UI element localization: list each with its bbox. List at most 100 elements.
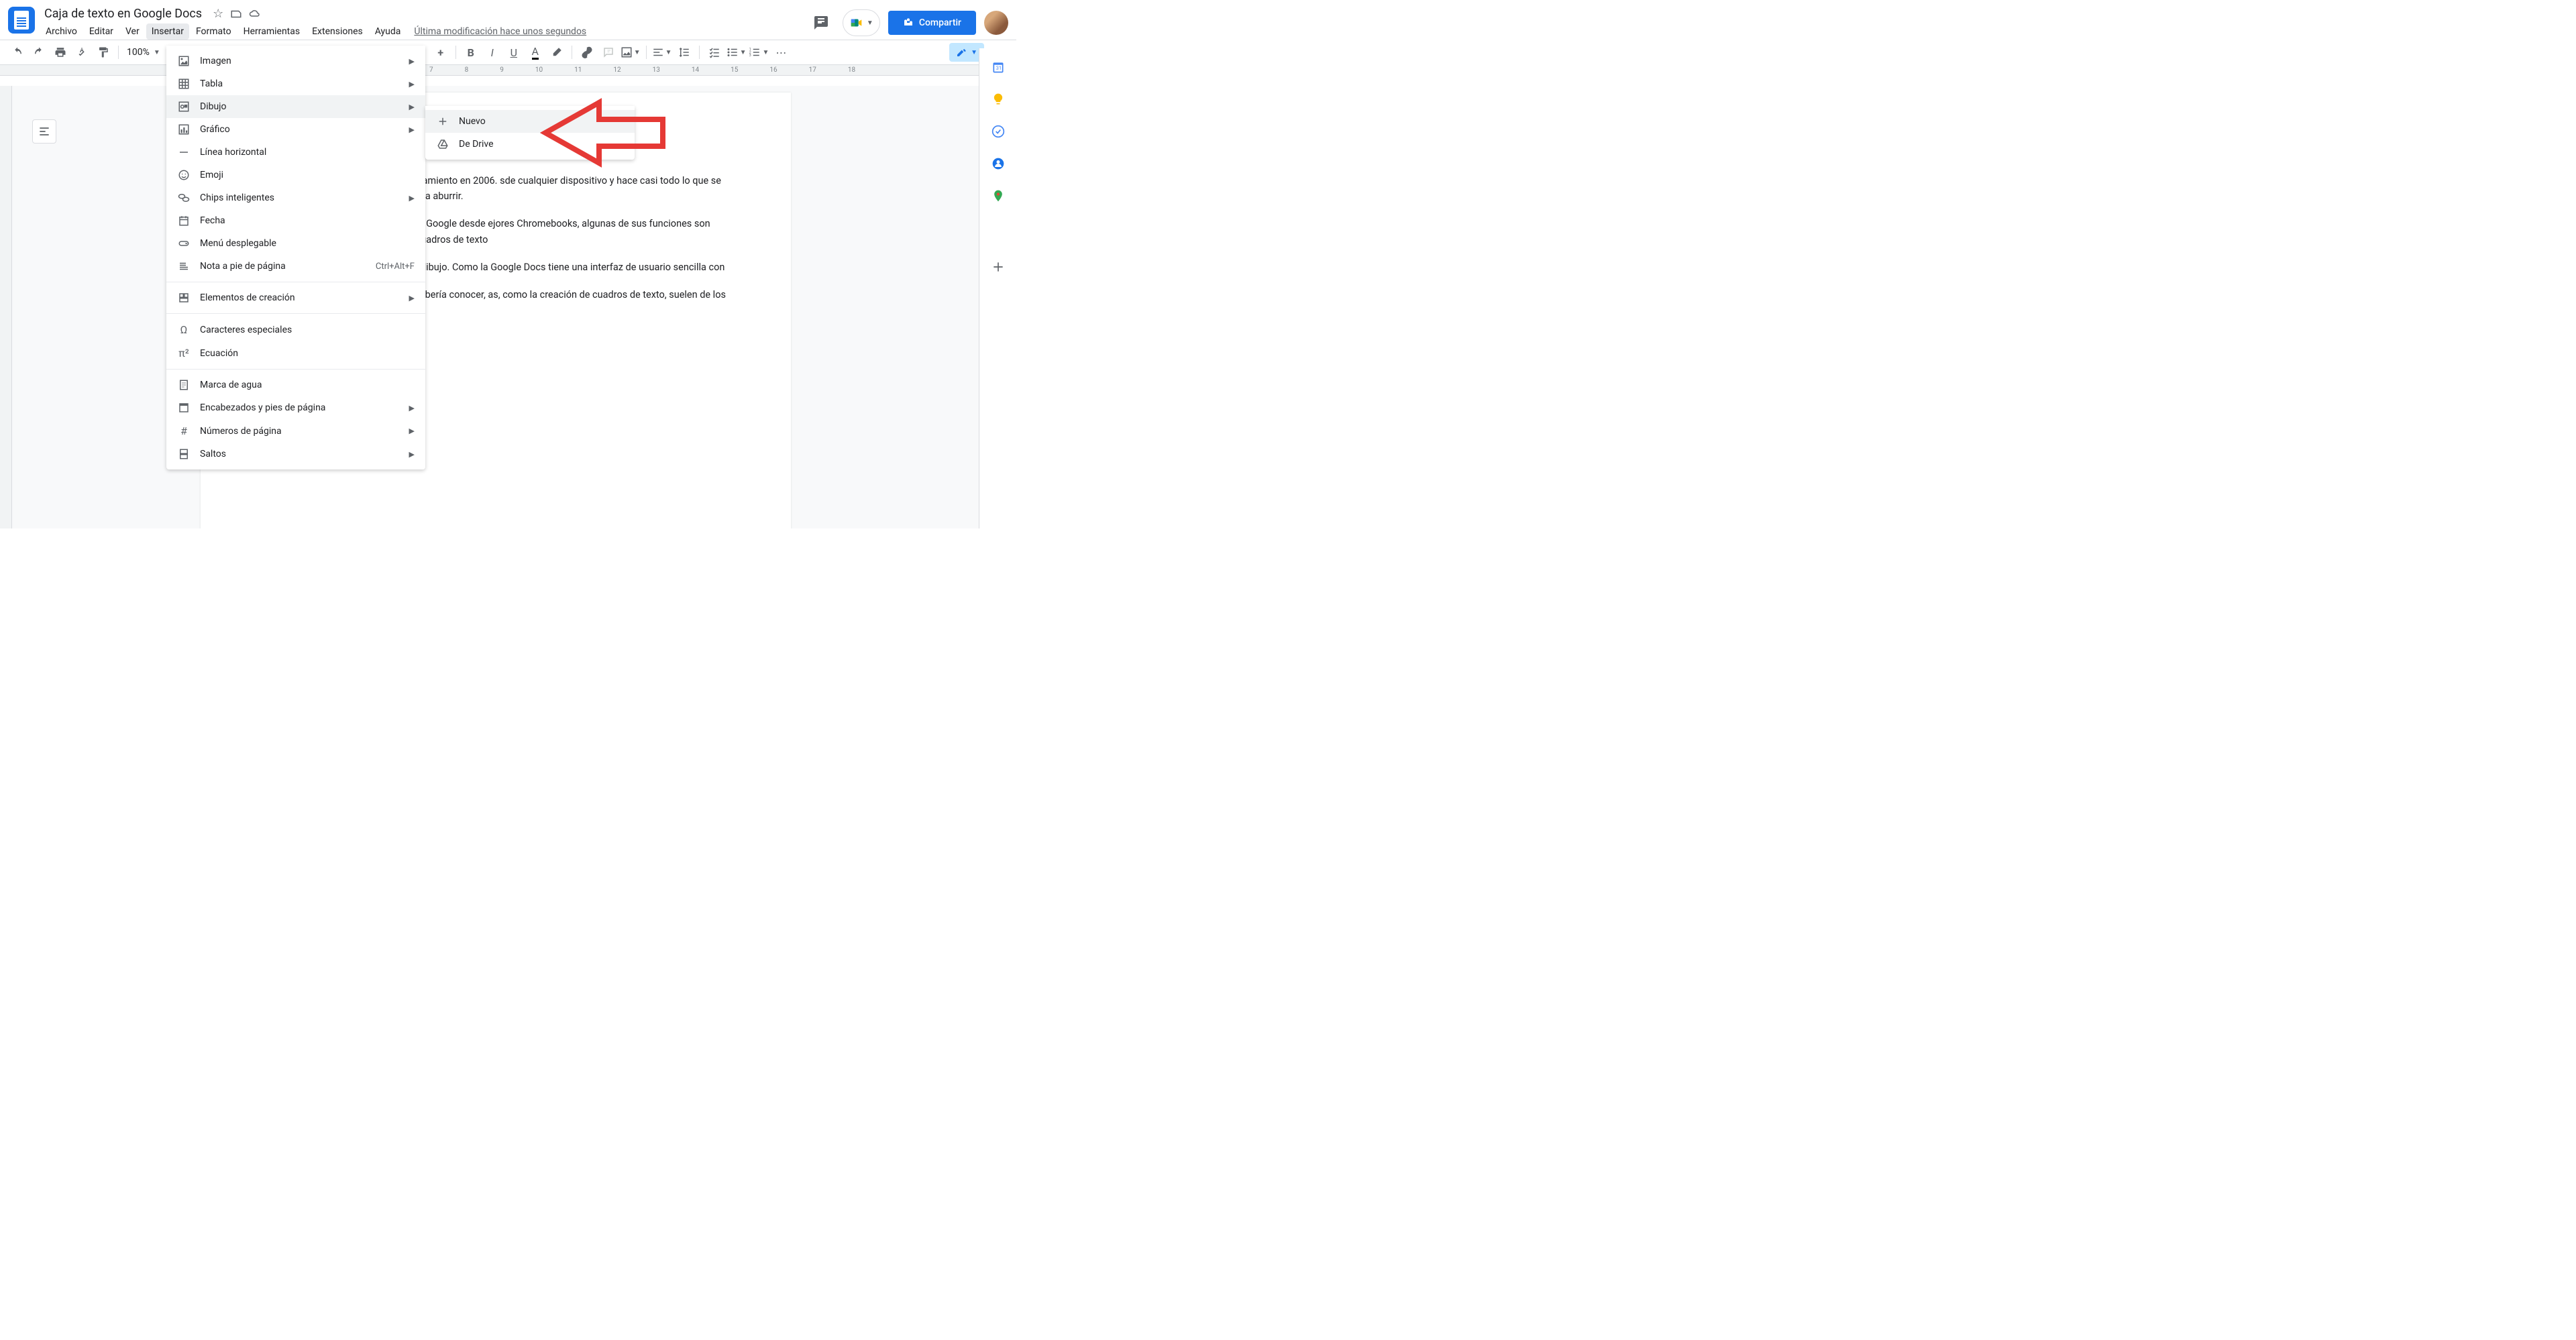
menu-item-marca-agua[interactable]: Marca de agua bbox=[166, 374, 425, 396]
menu-item-dibujo[interactable]: Dibujo ▶ bbox=[166, 95, 425, 118]
more-button[interactable]: ⋯ bbox=[771, 43, 790, 62]
calendar-icon[interactable]: 31 bbox=[991, 60, 1005, 74]
user-avatar[interactable] bbox=[984, 11, 1008, 35]
menu-item-nota-pie[interactable]: Nota a pie de página Ctrl+Alt+F bbox=[166, 255, 425, 278]
maps-icon[interactable] bbox=[991, 189, 1005, 203]
comments-history-icon[interactable] bbox=[808, 9, 835, 36]
menu-label: Dibujo bbox=[200, 101, 227, 112]
underline-button[interactable]: U bbox=[504, 43, 523, 62]
link-button[interactable] bbox=[578, 43, 596, 62]
menu-label: Ecuación bbox=[200, 348, 238, 359]
align-button[interactable]: ▼ bbox=[652, 43, 672, 62]
italic-button[interactable]: I bbox=[483, 43, 502, 62]
menu-extensiones[interactable]: Extensiones bbox=[307, 23, 368, 40]
separator bbox=[646, 46, 647, 59]
star-icon[interactable]: ☆ bbox=[213, 7, 223, 21]
menu-item-imagen[interactable]: Imagen ▶ bbox=[166, 50, 425, 72]
omega-icon: Ω bbox=[177, 323, 191, 336]
horizontal-ruler[interactable]: 789 101112 131415 161718 bbox=[0, 65, 1016, 76]
chart-icon bbox=[177, 123, 191, 135]
footnote-icon bbox=[177, 260, 191, 272]
title-row: Caja de texto en Google Docs ☆ bbox=[40, 5, 808, 22]
menu-ayuda[interactable]: Ayuda bbox=[370, 23, 407, 40]
menu-editar[interactable]: Editar bbox=[84, 23, 119, 40]
page-number-icon: # bbox=[177, 425, 191, 437]
menu-label: Chips inteligentes bbox=[200, 192, 274, 203]
menu-ver[interactable]: Ver bbox=[120, 23, 145, 40]
header-right: ▼ Compartir bbox=[808, 5, 1008, 36]
horizontal-line-icon bbox=[177, 146, 191, 158]
menu-label: Gráfico bbox=[200, 124, 230, 135]
insert-image-button[interactable]: ▼ bbox=[621, 43, 641, 62]
tasks-icon[interactable] bbox=[991, 125, 1005, 138]
add-addon-icon[interactable] bbox=[991, 260, 1005, 274]
menu-label: Fecha bbox=[200, 215, 225, 226]
menu-item-saltos[interactable]: Saltos ▶ bbox=[166, 443, 425, 465]
toolbar: 100%▼ + B I U A ▼ ▼ ▼ 123▼ ⋯ ▼ ∧ bbox=[0, 40, 1016, 65]
move-icon[interactable] bbox=[230, 8, 242, 20]
last-modified-link[interactable]: Última modificación hace unos segundos bbox=[414, 26, 586, 37]
menu-archivo[interactable]: Archivo bbox=[40, 23, 83, 40]
insert-dropdown-menu: Imagen ▶ Tabla ▶ Dibujo ▶ Gráfico ▶ Líne… bbox=[166, 46, 425, 469]
share-label: Compartir bbox=[919, 17, 961, 28]
title-area: Caja de texto en Google Docs ☆ Archivo E… bbox=[40, 5, 808, 40]
chevron-down-icon: ▼ bbox=[867, 19, 873, 27]
menu-item-encabezados[interactable]: Encabezados y pies de página ▶ bbox=[166, 396, 425, 419]
submenu-item-de-drive[interactable]: De Drive bbox=[425, 133, 635, 156]
svg-text:3: 3 bbox=[749, 54, 751, 58]
zoom-select[interactable]: 100%▼ bbox=[124, 43, 160, 62]
text-color-button[interactable]: A bbox=[526, 43, 545, 62]
chips-icon bbox=[177, 192, 191, 204]
menu-item-caracteres-especiales[interactable]: Ω Caracteres especiales bbox=[166, 318, 425, 341]
redo-button[interactable] bbox=[30, 43, 48, 62]
menu-item-ecuacion[interactable]: π² Ecuación bbox=[166, 341, 425, 365]
menu-item-grafico[interactable]: Gráfico ▶ bbox=[166, 118, 425, 141]
menu-herramientas[interactable]: Herramientas bbox=[238, 23, 306, 40]
submenu-label: De Drive bbox=[459, 139, 494, 150]
shortcut-label: Ctrl+Alt+F bbox=[376, 262, 415, 272]
document-title[interactable]: Caja de texto en Google Docs bbox=[40, 5, 206, 22]
cloud-status-icon[interactable] bbox=[249, 8, 261, 20]
increase-font-button[interactable]: + bbox=[431, 43, 450, 62]
menu-item-elementos-creacion[interactable]: Elementos de creación ▶ bbox=[166, 286, 425, 309]
menu-item-numeros-pagina[interactable]: # Números de página ▶ bbox=[166, 419, 425, 443]
spellcheck-button[interactable] bbox=[72, 43, 91, 62]
print-button[interactable] bbox=[51, 43, 70, 62]
paint-format-button[interactable] bbox=[94, 43, 113, 62]
menu-insertar[interactable]: Insertar bbox=[146, 23, 189, 40]
drive-icon bbox=[436, 138, 449, 150]
header: Caja de texto en Google Docs ☆ Archivo E… bbox=[0, 0, 1016, 40]
separator bbox=[118, 46, 119, 59]
chevron-right-icon: ▶ bbox=[409, 57, 415, 66]
menu-item-emoji[interactable]: Emoji bbox=[166, 164, 425, 186]
menu-label: Elementos de creación bbox=[200, 292, 295, 303]
outline-toggle-button[interactable] bbox=[32, 119, 56, 144]
checklist-button[interactable] bbox=[705, 43, 724, 62]
watermark-icon bbox=[177, 379, 191, 391]
breaks-icon bbox=[177, 448, 191, 460]
bullet-list-button[interactable]: ▼ bbox=[727, 43, 747, 62]
menu-item-tabla[interactable]: Tabla ▶ bbox=[166, 72, 425, 95]
vertical-ruler[interactable] bbox=[0, 86, 12, 528]
comment-button[interactable] bbox=[599, 43, 618, 62]
menu-item-chips[interactable]: Chips inteligentes ▶ bbox=[166, 186, 425, 209]
submenu-item-nuevo[interactable]: Nuevo bbox=[425, 110, 635, 133]
share-button[interactable]: Compartir bbox=[888, 11, 976, 35]
keep-icon[interactable] bbox=[991, 93, 1005, 106]
undo-button[interactable] bbox=[8, 43, 27, 62]
menu-formato[interactable]: Formato bbox=[191, 23, 237, 40]
menu-item-fecha[interactable]: Fecha bbox=[166, 209, 425, 232]
highlight-button[interactable] bbox=[547, 43, 566, 62]
numbered-list-button[interactable]: 123▼ bbox=[749, 43, 769, 62]
contacts-icon[interactable] bbox=[991, 157, 1005, 170]
bold-button[interactable]: B bbox=[462, 43, 480, 62]
meet-button[interactable]: ▼ bbox=[843, 9, 880, 36]
menu-label: Imagen bbox=[200, 56, 231, 66]
docs-logo-icon[interactable] bbox=[8, 7, 35, 34]
line-spacing-button[interactable] bbox=[675, 43, 694, 62]
separator bbox=[455, 46, 456, 59]
menu-label: Tabla bbox=[200, 78, 223, 89]
menu-item-menu-desplegable[interactable]: Menú desplegable bbox=[166, 232, 425, 255]
menu-item-linea-horizontal[interactable]: Línea horizontal bbox=[166, 141, 425, 164]
side-panel: 31 bbox=[979, 48, 1016, 528]
